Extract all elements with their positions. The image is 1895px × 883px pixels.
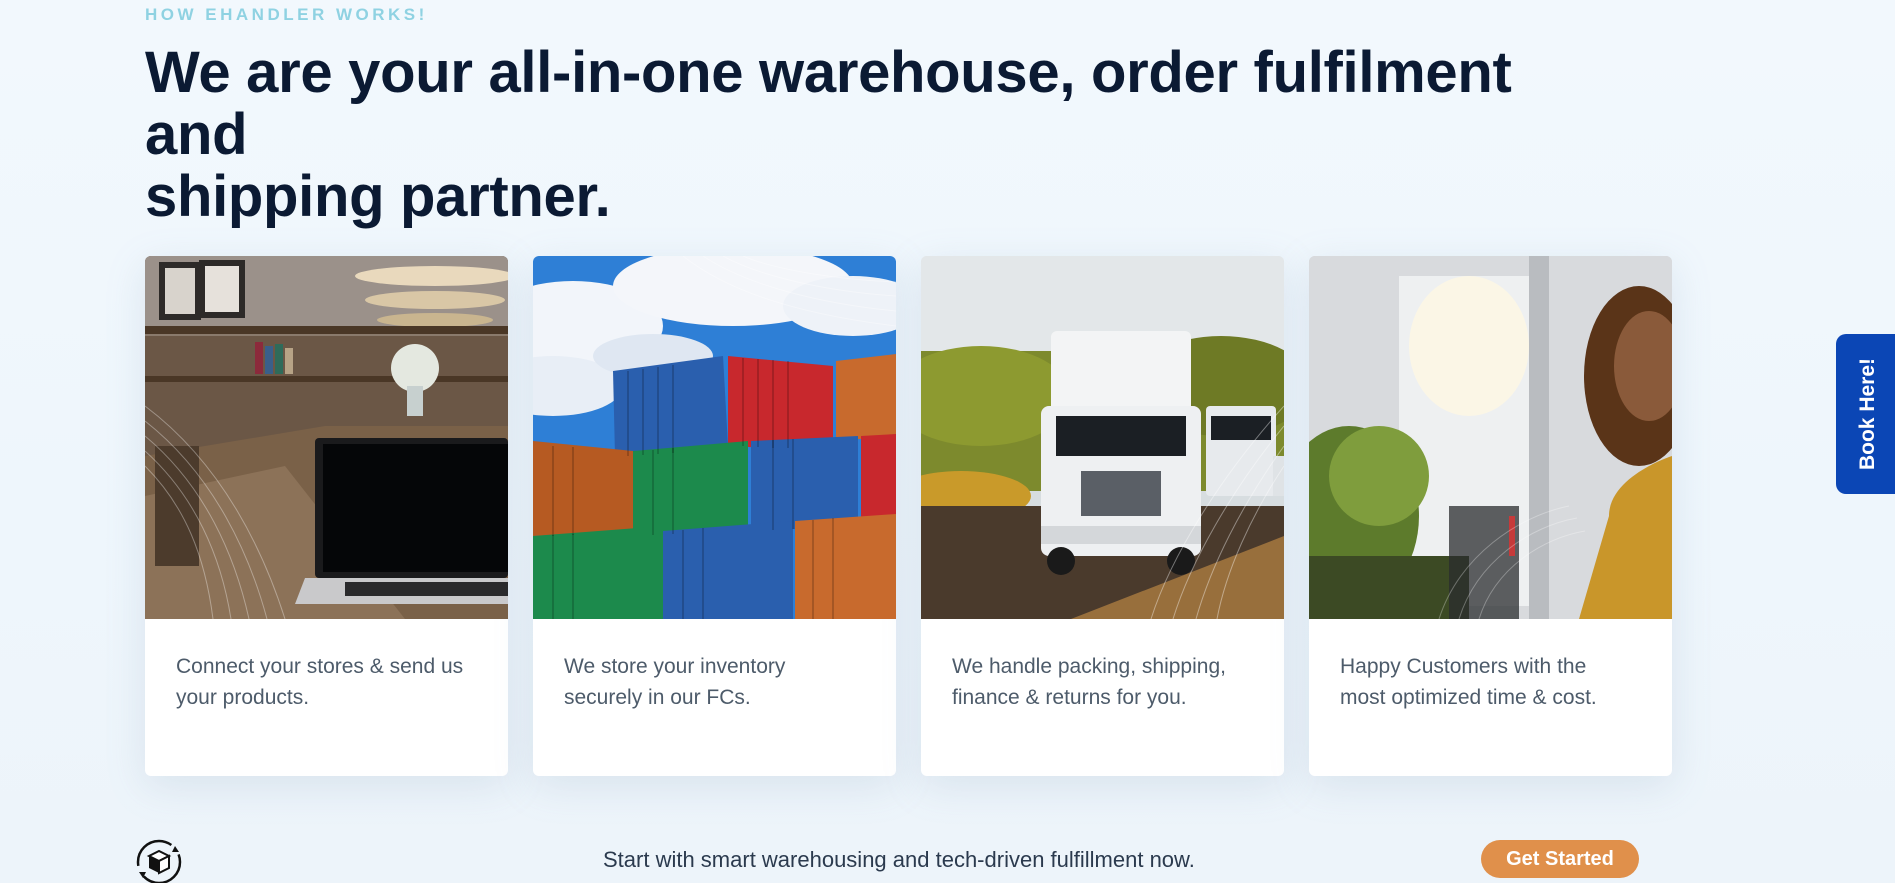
step-text-line-1: Connect your stores & send us xyxy=(176,655,464,678)
step-card-text: Connect your stores & send us your produ… xyxy=(145,619,508,745)
step-card-connect: Connect your stores & send us your produ… xyxy=(145,256,508,776)
book-here-label: Book Here! xyxy=(1856,357,1880,471)
step-card-text: We handle packing, shipping, finance & r… xyxy=(921,619,1284,745)
step-text-line-2: finance & returns for you. xyxy=(952,686,1187,709)
headline-line-2: shipping partner. xyxy=(145,164,611,229)
headline-line-1: We are your all-in-one warehouse, order … xyxy=(145,40,1512,167)
cta-bar: Start with smart warehousing and tech-dr… xyxy=(0,828,1895,883)
step-text-line-1: We handle packing, shipping, xyxy=(952,655,1226,678)
step-card-store: We store your inventory securely in our … xyxy=(533,256,896,776)
get-started-button[interactable]: Get Started xyxy=(1481,840,1639,878)
section-eyebrow: HOW EHANDLER WORKS! xyxy=(145,5,428,24)
step-text-line-1: We store your inventory xyxy=(564,655,786,678)
smiling-customer-image xyxy=(1309,256,1672,619)
section-headline: We are your all-in-one warehouse, order … xyxy=(145,42,1585,228)
laptop-on-desk-image xyxy=(145,256,508,619)
step-card-text: We store your inventory securely in our … xyxy=(533,619,896,745)
step-text-line-2: most optimized time & cost. xyxy=(1340,686,1597,709)
step-text-line-2: securely in our FCs. xyxy=(564,686,751,709)
step-text-line-1: Happy Customers with the xyxy=(1340,655,1587,678)
step-text-line-2: your products. xyxy=(176,686,310,709)
page: HOW EHANDLER WORKS! We are your all-in-o… xyxy=(0,0,1895,883)
package-cycle-icon xyxy=(135,838,183,883)
step-card-customers: Happy Customers with the most optimized … xyxy=(1309,256,1672,776)
step-card-text: Happy Customers with the most optimized … xyxy=(1309,619,1672,745)
book-here-tab[interactable]: Book Here! xyxy=(1836,334,1895,494)
cta-text: Start with smart warehousing and tech-dr… xyxy=(603,847,1195,872)
shipping-containers-image xyxy=(533,256,896,619)
steps-cards: Connect your stores & send us your produ… xyxy=(145,256,1672,776)
delivery-trucks-image xyxy=(921,256,1284,619)
step-card-handle: We handle packing, shipping, finance & r… xyxy=(921,256,1284,776)
